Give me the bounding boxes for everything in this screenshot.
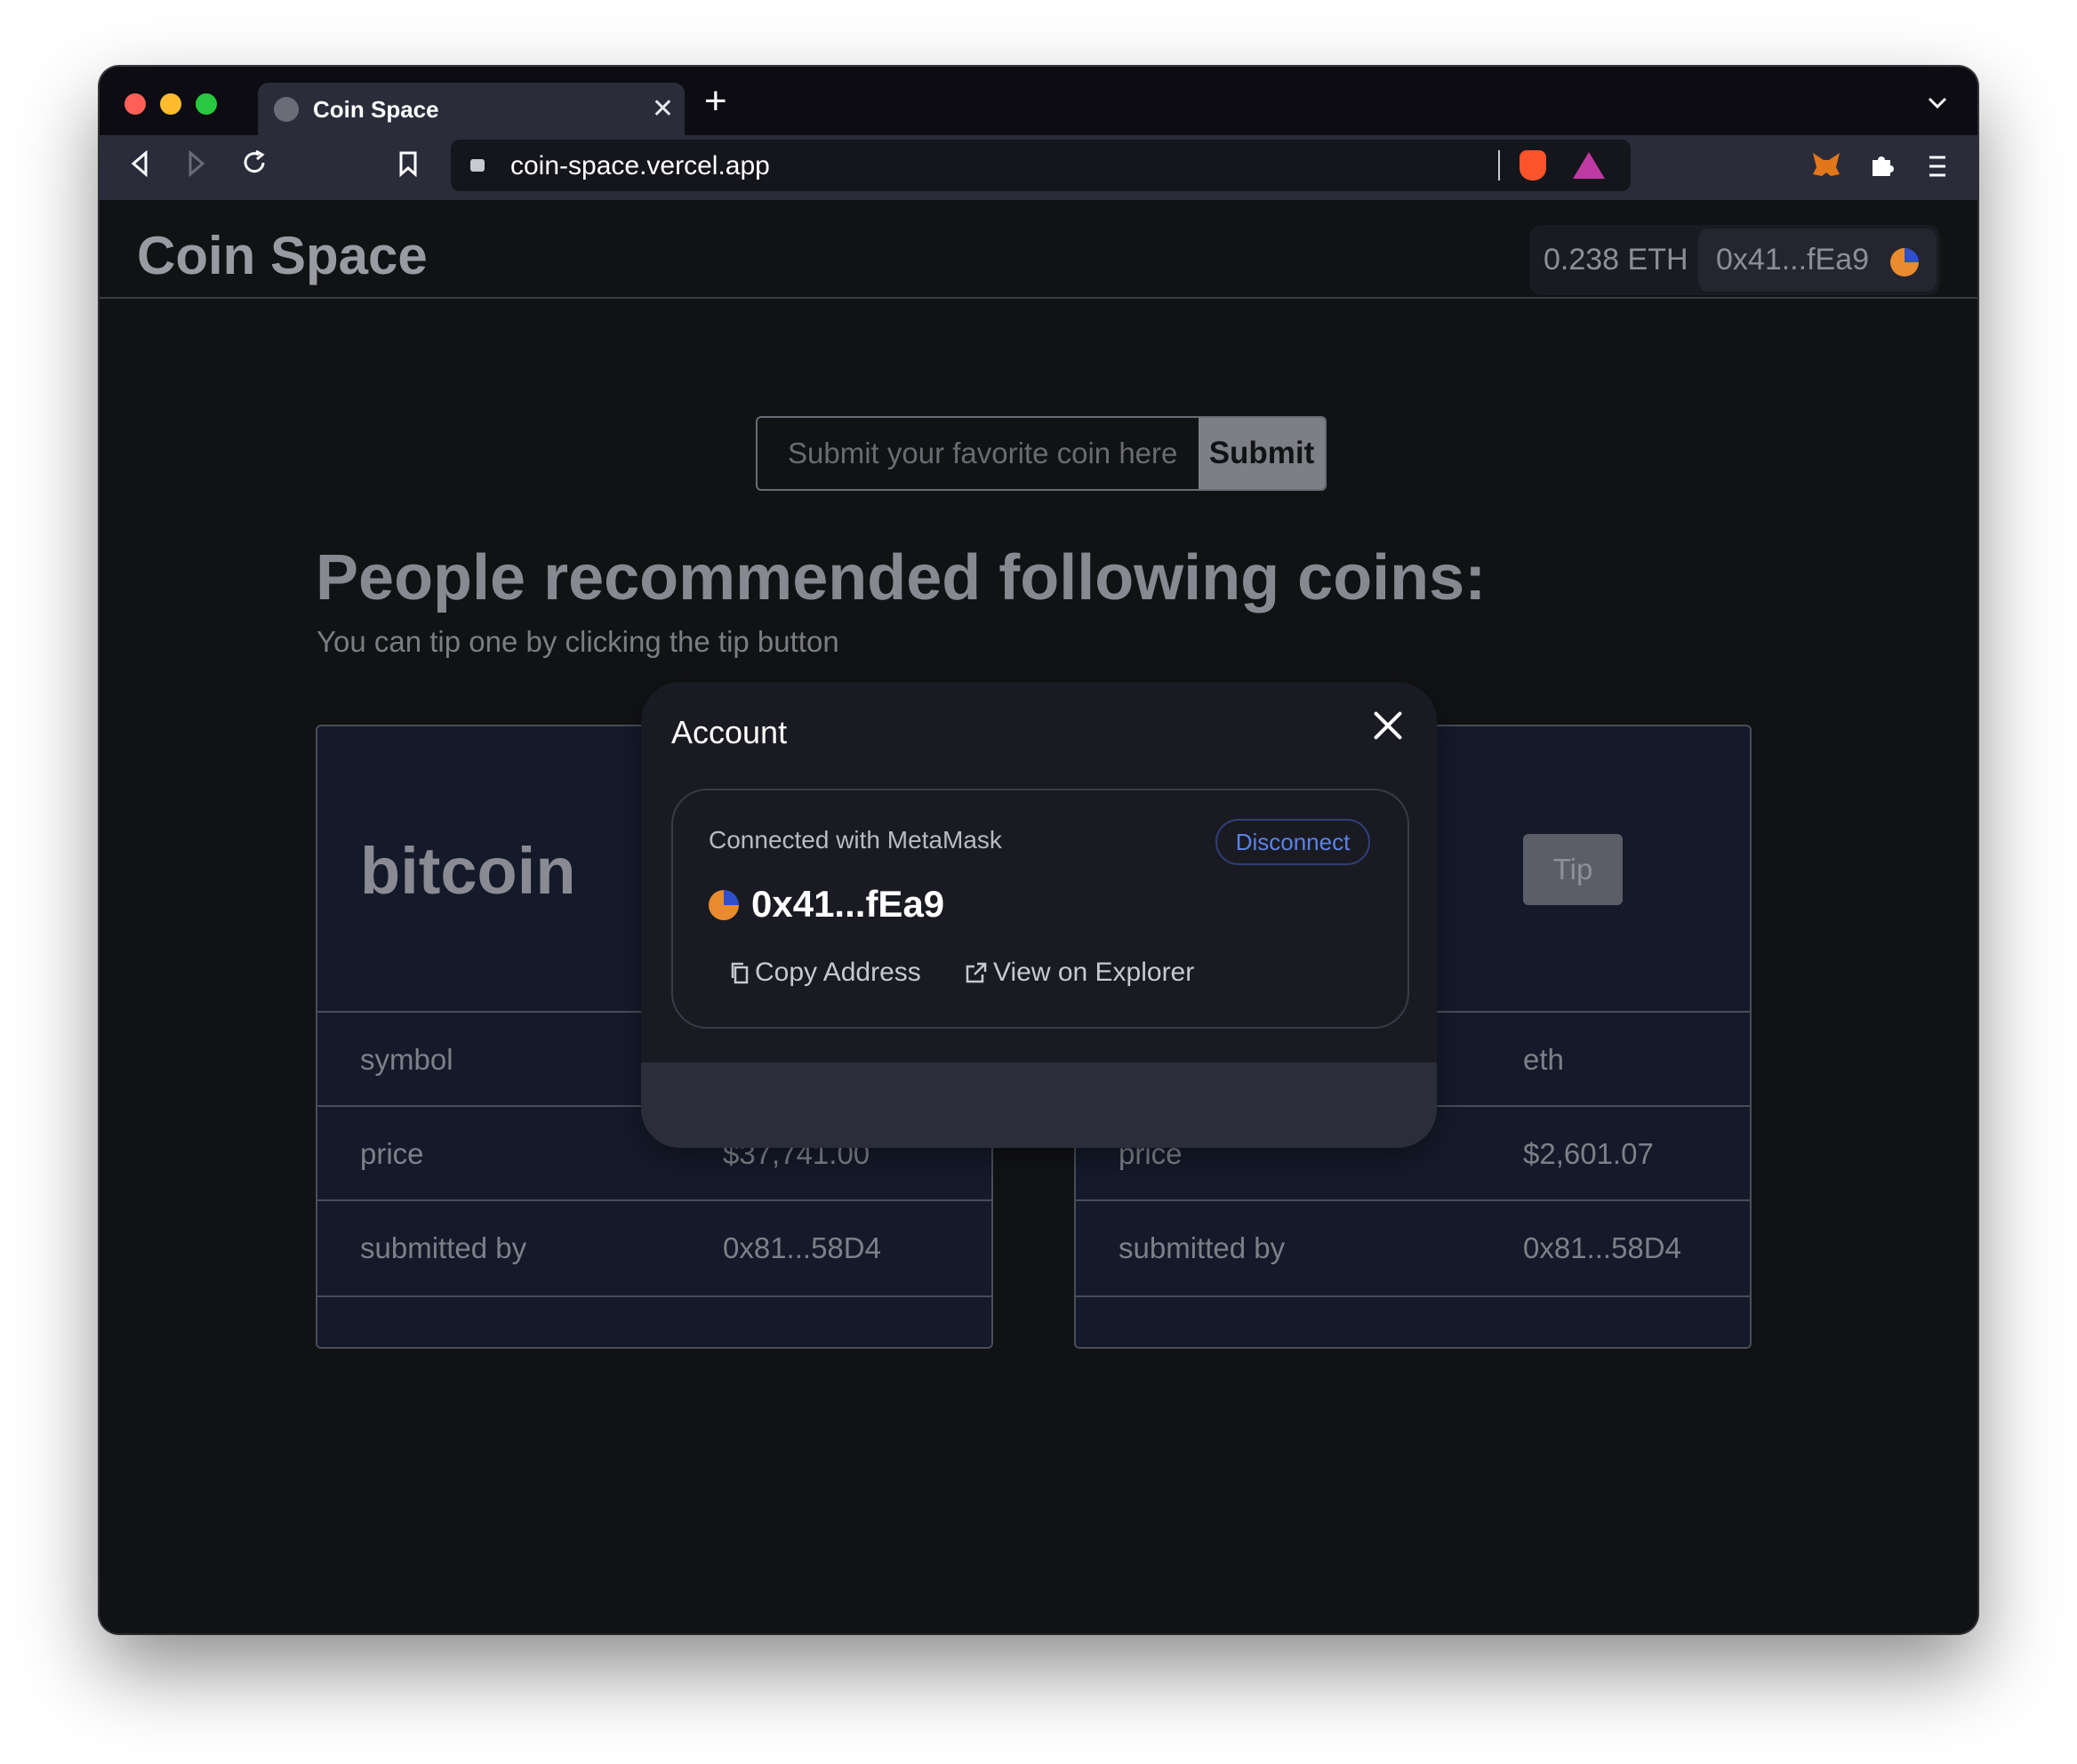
copy-address-button[interactable]: Copy Address [730,958,921,988]
table-row: submitted by 0x81...58D4 [1076,1199,1750,1295]
page-content: Coin Space 0.238 ETH 0x41...fEa9 Submit … [100,200,1977,1633]
row-value: $2,601.07 [1523,1137,1654,1170]
browser-window: Coin Space ✕ + coin-space.vercel.app Coi… [100,67,1977,1633]
browser-toolbar: coin-space.vercel.app [100,135,1977,200]
page-heading: People recommended following coins: [316,542,1487,613]
close-window-button[interactable] [124,93,146,115]
avatar [1890,248,1919,277]
zoom-window-button[interactable] [196,93,217,115]
address-bar[interactable]: coin-space.vercel.app [451,140,1631,191]
reload-icon[interactable] [240,148,269,185]
tip-button[interactable]: Tip [1523,834,1623,905]
row-value: eth [1523,1043,1564,1076]
divider [1076,1295,1750,1297]
extensions-icon[interactable] [1869,151,1896,186]
site-logo[interactable]: Coin Space [137,225,428,286]
row-label: submitted by [1119,1231,1286,1264]
table-row: submitted by 0x81...58D4 [317,1199,991,1295]
avatar [709,890,739,920]
copy-address-label: Copy Address [755,958,921,987]
close-icon[interactable]: ✕ [652,93,674,124]
row-label: price [360,1137,424,1170]
forward-icon[interactable] [187,148,206,185]
account-modal: Account Connected with MetaMask Disconne… [641,682,1437,1148]
divider [317,1295,991,1297]
row-label: symbol [360,1043,453,1076]
submit-button[interactable]: Submit [1199,418,1325,489]
coin-name: bitcoin [360,834,576,908]
chevron-down-icon[interactable] [1928,88,1947,116]
tab-coin-space[interactable]: Coin Space ✕ [258,83,685,137]
globe-icon [274,97,299,122]
metamask-icon[interactable] [1811,151,1841,186]
tab-title: Coin Space [313,96,439,123]
row-value: 0x81...58D4 [1523,1231,1681,1264]
lock-icon [470,159,485,172]
close-icon[interactable] [1368,707,1407,746]
back-icon[interactable] [130,148,149,185]
modal-footer [641,1062,1437,1148]
view-explorer-label: View on Explorer [993,958,1195,987]
divider [1498,150,1500,180]
bookmark-icon[interactable] [398,148,418,185]
connection-status: Connected with MetaMask [709,826,1002,854]
menu-icon[interactable] [1928,151,1947,186]
brave-rewards-icon[interactable] [1573,152,1605,179]
coin-submit-form: Submit [756,416,1327,491]
modal-title: Account [671,714,788,750]
wallet-address: 0x41...fEa9 [751,883,945,925]
site-header: Coin Space 0.238 ETH 0x41...fEa9 [100,200,1977,299]
url-text: coin-space.vercel.app [510,151,770,180]
external-link-icon [966,962,987,983]
disconnect-button[interactable]: Disconnect [1215,819,1370,865]
tab-bar: Coin Space ✕ + [100,67,1977,137]
row-label: submitted by [360,1231,527,1264]
plus-icon[interactable]: + [704,79,727,124]
coin-input[interactable] [758,418,1193,489]
connection-panel: Connected with MetaMask Disconnect 0x41.… [671,789,1409,1029]
eth-balance: 0.238 ETH [1544,243,1688,277]
account-widget[interactable]: 0.238 ETH 0x41...fEa9 [1529,225,1940,295]
minimize-window-button[interactable] [160,93,181,115]
brave-shield-icon[interactable] [1520,150,1546,180]
copy-icon [731,962,749,984]
view-explorer-link[interactable]: View on Explorer [965,958,1194,988]
row-value: 0x81...58D4 [723,1231,881,1264]
page-subheading: You can tip one by clicking the tip butt… [317,625,839,658]
account-address: 0x41...fEa9 [1716,243,1870,277]
account-button[interactable]: 0x41...fEa9 [1698,229,1937,292]
